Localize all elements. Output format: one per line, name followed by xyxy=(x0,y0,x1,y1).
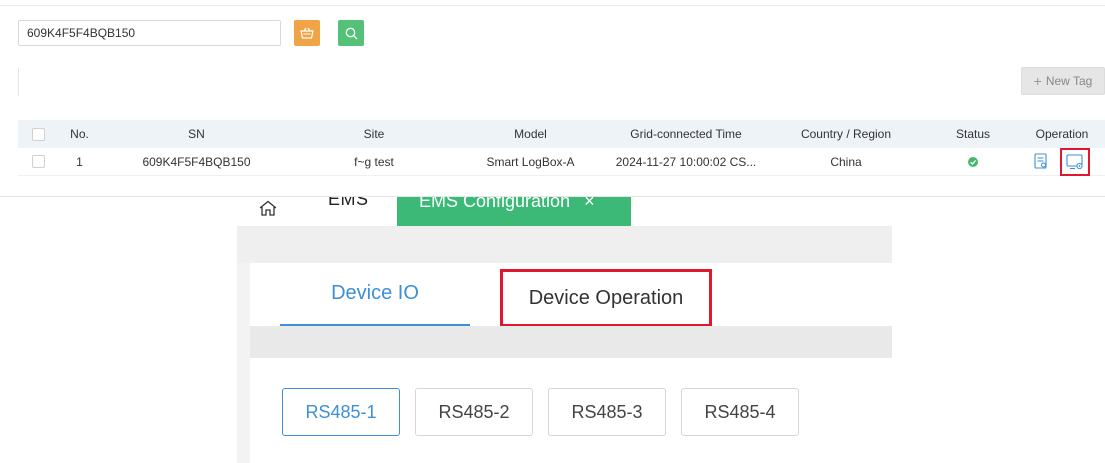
row-checkbox[interactable] xyxy=(31,155,45,168)
divider xyxy=(0,5,1105,6)
row-checkbox-cell xyxy=(18,155,58,168)
header-grid-time: Grid-connected Time xyxy=(630,127,742,141)
header-site: Site xyxy=(363,127,385,141)
row-no: 1 xyxy=(76,154,83,169)
header-no: No. xyxy=(70,127,89,141)
plus-icon: + xyxy=(1033,73,1042,89)
device-table: No. SN Site Model Grid-connected Time Co… xyxy=(18,120,1105,176)
search-icon xyxy=(345,27,357,39)
header-sn: SN xyxy=(188,127,205,141)
new-tag-label: New Tag xyxy=(1045,74,1093,88)
detail-icon[interactable] xyxy=(1034,153,1048,170)
row-operations xyxy=(1021,147,1103,176)
row-site: f~g test xyxy=(354,154,394,169)
home-tab[interactable] xyxy=(259,197,277,219)
spacer xyxy=(237,226,892,263)
tab-device-io[interactable]: Device IO xyxy=(280,263,470,326)
basket-icon xyxy=(300,27,314,39)
row-model: Smart LogBox-A xyxy=(486,154,575,169)
close-icon[interactable]: × xyxy=(584,197,595,212)
ems-config-button[interactable] xyxy=(1060,147,1090,176)
row-country: China xyxy=(830,154,862,169)
row-sn: 609K4F5F4BQB150 xyxy=(142,154,251,169)
clear-button[interactable] xyxy=(294,20,320,46)
spacer xyxy=(250,326,892,358)
header-model: Model xyxy=(514,127,547,141)
tab-device-operation[interactable]: Device Operation xyxy=(500,269,712,327)
tab-ems-configuration-label: EMS Configuration xyxy=(419,197,571,211)
table-row: 1 609K4F5F4BQB150 f~g test Smart LogBox-… xyxy=(18,147,1105,176)
sn-search-input[interactable]: 609K4F5F4BQB150 xyxy=(18,20,281,46)
header-operation: Operation xyxy=(1035,127,1089,141)
port-rs485-2-button[interactable]: RS485-2 xyxy=(415,388,533,436)
ems-configuration-panel: EMS EMS Configuration × Device IO Device… xyxy=(237,197,892,463)
header-status: Status xyxy=(955,127,991,141)
device-list-panel: 609K4F5F4BQB150 + New Tag No. SN Site Mo… xyxy=(0,0,1105,197)
tab-ems-configuration[interactable]: EMS Configuration × xyxy=(397,197,631,226)
select-all-checkbox-cell xyxy=(18,127,58,141)
page-tabs: EMS EMS Configuration × xyxy=(237,197,892,226)
select-all-checkbox[interactable] xyxy=(31,127,45,141)
search-button[interactable] xyxy=(338,20,364,46)
tab-ems[interactable]: EMS xyxy=(328,197,369,210)
port-rs485-1-button[interactable]: RS485-1 xyxy=(282,388,400,436)
device-subtabs: Device IO Device Operation xyxy=(250,263,892,327)
divider xyxy=(18,68,19,96)
header-country: Country / Region xyxy=(800,127,892,141)
status-online-icon xyxy=(968,157,978,168)
row-grid-time: 2024-11-27 10:00:02 CS... xyxy=(615,154,757,169)
port-rs485-3-button[interactable]: RS485-3 xyxy=(548,388,666,436)
row-status xyxy=(925,155,1021,169)
port-selector: RS485-1 RS485-2 RS485-3 RS485-4 xyxy=(250,358,892,463)
monitor-settings-icon xyxy=(1066,153,1083,169)
home-icon xyxy=(259,200,277,216)
table-header: No. SN Site Model Grid-connected Time Co… xyxy=(18,120,1105,148)
new-tag-button[interactable]: + New Tag xyxy=(1021,67,1105,95)
port-rs485-4-button[interactable]: RS485-4 xyxy=(681,388,799,436)
